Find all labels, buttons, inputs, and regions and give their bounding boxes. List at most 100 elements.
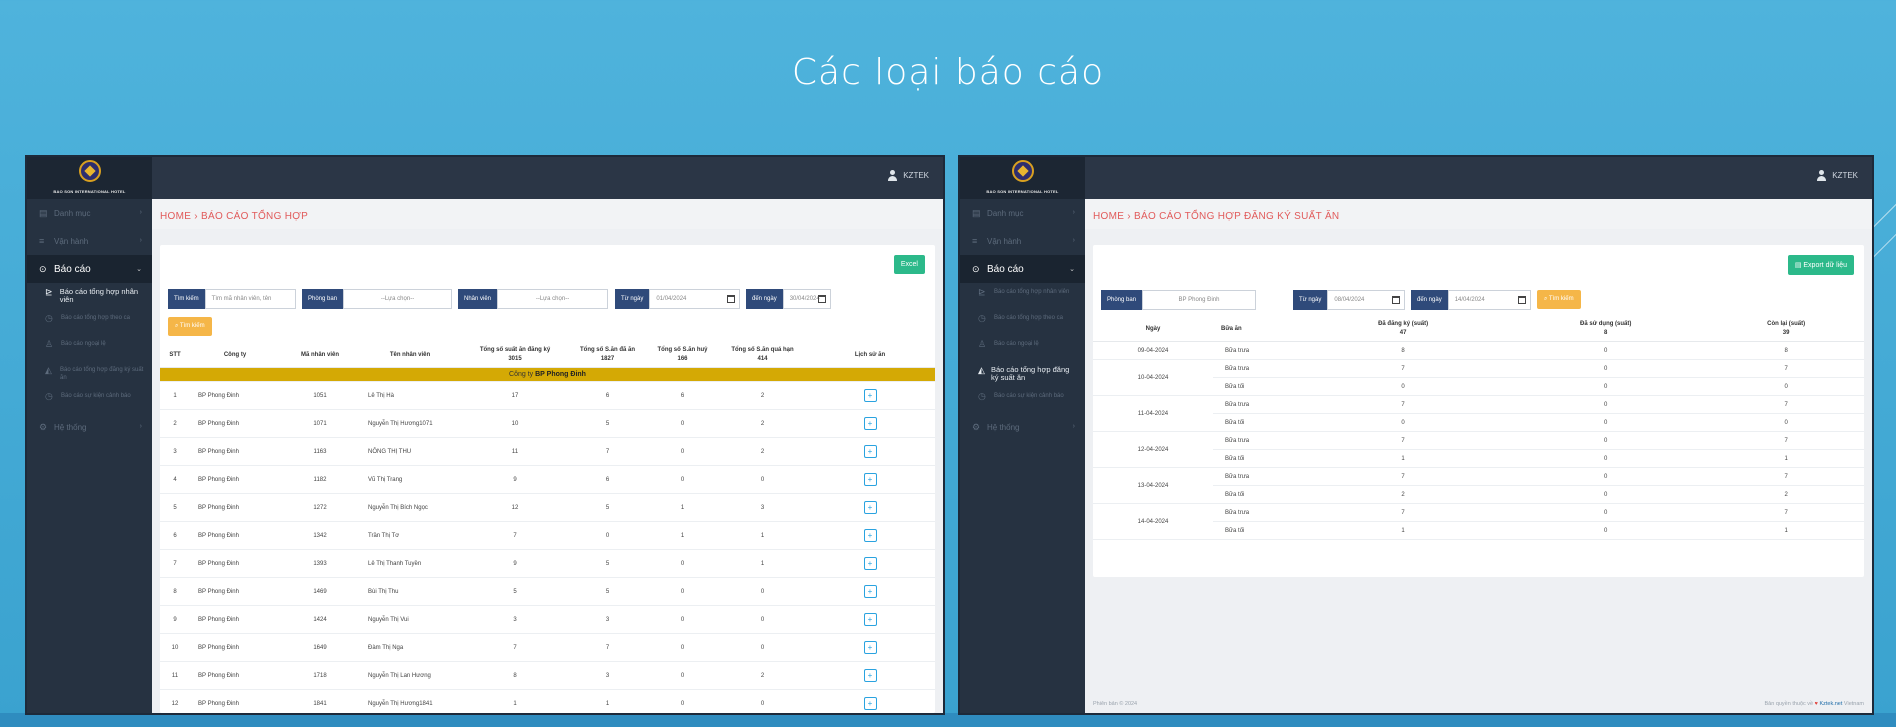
group-prefix: Công ty xyxy=(509,371,534,378)
history-button[interactable]: + xyxy=(863,585,877,598)
table-cell: 1 xyxy=(720,521,805,550)
column-header: Còn lại (suất) 39 xyxy=(1708,317,1864,342)
table-cell: 3 xyxy=(160,437,190,466)
employee-select[interactable]: --Lựa chọn-- xyxy=(497,289,608,309)
sidebar-subitem-shift-summary[interactable]: ◷ Báo cáo tổng hợp theo ca xyxy=(960,309,1085,335)
calendar-icon[interactable] xyxy=(1518,296,1526,304)
calendar-icon[interactable] xyxy=(727,295,735,303)
history-button[interactable]: + xyxy=(863,473,877,486)
export-button[interactable]: ▤ Export dữ liệu xyxy=(1787,255,1854,275)
table-body: 09-04-2024 Bữa trưa 8 0 8 10-04-2024 Bữa trưa 7… xyxy=(1093,341,1864,540)
sidebar-subitem-exceptions[interactable]: ♙ Báo cáo ngoại lệ xyxy=(960,335,1085,361)
sidebar-item-reports[interactable]: ⊙ Báo cáo ⌄ xyxy=(960,255,1085,283)
sidebar-subitem-label: Báo cáo tổng hợp đăng ký suất ăn xyxy=(991,365,1070,382)
sidebar-subitem-employee-summary[interactable]: ⊵ Báo cáo tổng hợp nhân viên xyxy=(27,283,152,309)
sidebar-subitem-meal-registration[interactable]: ◭ Báo cáo tổng hợp đăng ký suất ăn xyxy=(27,361,152,387)
table-cell: 8 xyxy=(460,661,570,690)
table-row: 3 BP Phong Đinh 1163 NÔNG THỊ THU 11 7 0 2 + xyxy=(160,437,935,466)
to-date-input[interactable]: 30/04/2024 xyxy=(782,289,831,309)
sidebar-item-system[interactable]: ⚙ Hệ thống › xyxy=(27,413,152,441)
sidebar-item-catalog[interactable]: ▤ Danh mục › xyxy=(960,199,1085,227)
to-date-filter: đến ngày 14/04/2024 xyxy=(1411,290,1531,310)
history-button[interactable]: + xyxy=(863,613,877,626)
column-total: 8 xyxy=(1604,330,1608,336)
sidebar-item-operations[interactable]: ≡ Vận hành › xyxy=(960,227,1085,255)
table-cell: 2 xyxy=(720,381,805,410)
filter-label: đến ngày xyxy=(746,289,783,309)
search-input[interactable]: Tìm mã nhân viên, tên xyxy=(204,289,296,309)
sidebar-item-catalog[interactable]: ▤ Danh mục › xyxy=(27,199,152,227)
column-header: Tên nhân viên xyxy=(360,343,460,368)
logo-text: BAO SON INTERNATIONAL HOTEL xyxy=(986,189,1059,194)
from-date-input[interactable]: 08/04/2024 xyxy=(1327,290,1405,310)
meal-registration-report-screen: KZTEK BAO SON INTERNATIONAL HOTEL ▤ Danh … xyxy=(958,155,1874,715)
table-cell: Bữa tối xyxy=(1213,485,1303,504)
table-row: 11-04-2024 Bữa trưa 7 0 7 xyxy=(1093,395,1864,432)
sidebar-subitem-alerts[interactable]: ◷ Báo cáo sự kiện cảnh báo xyxy=(960,387,1085,413)
report-card: Excel Tìm kiếm Tìm mã nhân viên, tên Phòn… xyxy=(160,245,935,713)
logo-icon xyxy=(78,160,101,182)
sidebar-item-operations[interactable]: ≡ Vận hành › xyxy=(27,227,152,255)
table-cell: Nguyễn Thị Lan Hương xyxy=(360,661,460,690)
breadcrumb-home[interactable]: HOME xyxy=(1093,211,1124,222)
breadcrumb-home[interactable]: HOME xyxy=(160,211,191,222)
column-header: Bữa ăn xyxy=(1213,317,1303,342)
sidebar-subitem-exceptions[interactable]: ♙ Báo cáo ngoại lệ xyxy=(27,335,152,361)
history-button[interactable]: + xyxy=(863,697,877,710)
sidebar-subitem-employee-summary[interactable]: ⊵ Báo cáo tổng hợp nhân viên xyxy=(960,283,1085,309)
table-cell: 7 xyxy=(570,633,645,662)
history-button[interactable]: + xyxy=(863,389,877,402)
heart-icon: ♥ xyxy=(1814,701,1818,707)
table-cell: 0 xyxy=(645,465,720,494)
table-cell: Bữa trưa xyxy=(1213,431,1303,450)
user-menu[interactable]: KZTEK xyxy=(888,170,929,181)
sidebar-subitem-meal-registration[interactable]: ◭ Báo cáo tổng hợp đăng ký suất ăn xyxy=(960,361,1085,387)
sidebar-subitem-alerts[interactable]: ◷ Báo cáo sự kiện cảnh báo xyxy=(27,387,152,413)
calendar-icon[interactable] xyxy=(818,295,826,303)
history-button[interactable]: + xyxy=(863,557,877,570)
calendar-icon[interactable] xyxy=(1392,296,1400,304)
to-date-input[interactable]: 14/04/2024 xyxy=(1447,290,1531,310)
column-label: Tổng số S.ăn đã ăn xyxy=(579,347,635,353)
main-content: HOME › BÁO CÁO TỔNG HỢP ĐĂNG KÝ SUẤT ĂN … xyxy=(1085,199,1872,713)
sidebar-subitem-shift-summary[interactable]: ◷ Báo cáo tổng hợp theo ca xyxy=(27,309,152,335)
history-button[interactable]: + xyxy=(863,669,877,682)
history-button[interactable]: + xyxy=(863,529,877,542)
table-cell: 9 xyxy=(460,465,570,494)
table-row: 5 BP Phong Đinh 1272 Nguyễn Thị Bích Ngọc 12… xyxy=(160,493,935,522)
chevron-right-icon: › xyxy=(1072,237,1075,244)
table-cell: 2 xyxy=(720,437,805,466)
column-total: 166 xyxy=(677,356,688,362)
column-total: 39 xyxy=(1782,330,1790,336)
table-cell: 0 xyxy=(1503,377,1709,396)
department-select[interactable]: --Lựa chọn-- xyxy=(343,289,452,309)
search-button[interactable]: ⌕ Tìm kiếm xyxy=(168,317,212,336)
history-button[interactable]: + xyxy=(863,445,877,458)
clock-icon: ◷ xyxy=(978,313,986,323)
history-button[interactable]: + xyxy=(863,641,877,654)
clock-icon: ⊙ xyxy=(39,263,47,274)
table-cell: BP Phong Đinh xyxy=(190,465,280,494)
table-row: 10-04-2024 Bữa trưa 7 0 7 xyxy=(1093,359,1864,396)
table-cell: 3 xyxy=(570,605,645,634)
user-icon xyxy=(888,170,898,181)
column-label: Còn lại (suất) xyxy=(1767,321,1806,327)
table-cell: 1051 xyxy=(280,381,360,410)
sidebar-item-reports[interactable]: ⊙ Báo cáo ⌄ xyxy=(27,255,152,283)
user-menu[interactable]: KZTEK xyxy=(1817,170,1858,181)
table-cell: 7 xyxy=(570,437,645,466)
history-button[interactable]: + xyxy=(863,417,877,430)
sidebar-item-system[interactable]: ⚙ Hệ thống › xyxy=(960,413,1085,441)
date-cell: 09-04-2024 xyxy=(1093,341,1213,360)
table-cell: 0 xyxy=(1503,485,1709,504)
from-date-input[interactable]: 01/04/2024 xyxy=(649,289,740,309)
footer-brand-link[interactable]: Kztek.net xyxy=(1819,701,1842,707)
history-button[interactable]: + xyxy=(863,501,877,514)
table-cell: Trần Thị Tơ xyxy=(360,521,460,550)
column-header: Lịch sử ăn xyxy=(805,343,935,368)
excel-button[interactable]: Excel xyxy=(893,255,925,274)
history-cell: + xyxy=(805,577,935,606)
search-button[interactable]: ⌕ Tìm kiếm xyxy=(1537,290,1581,309)
department-select[interactable]: BP Phong Đinh xyxy=(1142,290,1256,310)
table-cell: Bữa tối xyxy=(1213,449,1303,468)
